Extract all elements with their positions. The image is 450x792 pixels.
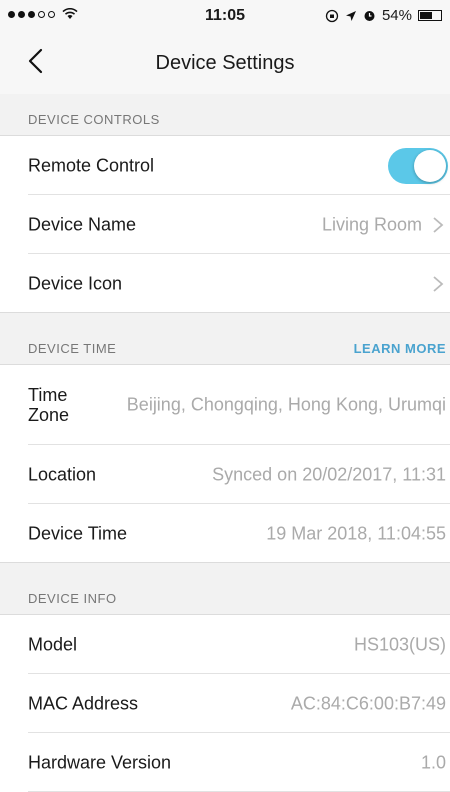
section-title: DEVICE CONTROLS [28, 112, 160, 127]
status-bar: 11:05 54% [0, 0, 450, 32]
device-name-value: Living Room [321, 214, 422, 234]
row-device-time: Device Time 19 Mar 2018, 11:04:55 [0, 504, 450, 563]
section-title: DEVICE INFO [28, 591, 117, 606]
row-label: Device Time [28, 523, 128, 543]
row-label: Remote Control [28, 155, 155, 175]
row-time-zone[interactable]: Time Zone Beijing, Chongqing, Hong Kong,… [0, 365, 450, 445]
row-location: Location Synced on 20/02/2017, 11:31 [0, 445, 450, 504]
section-header-device-time: DEVICE TIME LEARN MORE [0, 323, 450, 365]
battery-percent: 54% [381, 7, 412, 24]
row-label: MAC Address [28, 693, 139, 713]
row-remote-control: Remote Control [0, 136, 450, 195]
battery-fill [420, 12, 432, 19]
toggle-knob [414, 149, 446, 182]
model-value: HS103(US) [353, 634, 446, 654]
row-label: Location [28, 464, 97, 484]
section-header-device-info: DEVICE INFO [0, 573, 450, 615]
row-model: Model HS103(US) [0, 615, 450, 674]
device-time-value: 19 Mar 2018, 11:04:55 [266, 523, 446, 543]
alarm-icon [364, 11, 375, 21]
time-zone-value: Beijing, Chongqing, Hong Kong, Urumqi [126, 394, 446, 415]
row-hardware-version: Hardware Version 1.0 [0, 733, 450, 792]
page-title: Device Settings [155, 52, 295, 74]
section-header-device-controls: DEVICE CONTROLS [0, 94, 450, 136]
settings-list: DEVICE CONTROLS Remote Control Device Na… [0, 94, 450, 792]
row-device-icon[interactable]: Device Icon [0, 254, 450, 313]
row-mac-address: MAC Address AC:84:C6:00:B7:49 [0, 674, 450, 733]
row-device-name[interactable]: Device Name Living Room [0, 195, 450, 254]
row-label: Device Icon [28, 273, 123, 293]
row-label: Time Zone [28, 385, 70, 425]
learn-more-link[interactable]: LEARN MORE [354, 341, 446, 356]
hardware-version-value: 1.0 [420, 752, 446, 772]
location-arrow-icon [345, 10, 356, 21]
mac-address-value: AC:84:C6:00:B7:49 [290, 693, 446, 713]
row-label: Hardware Version [28, 752, 172, 772]
chevron-right-icon [433, 275, 444, 292]
battery-icon [418, 10, 442, 21]
location-value: Synced on 20/02/2017, 11:31 [212, 464, 446, 484]
orientation-lock-icon [325, 9, 339, 22]
chevron-right-icon [433, 216, 444, 233]
navigation-bar: Device Settings [0, 32, 450, 94]
row-label: Device Name [28, 214, 137, 234]
row-label: Model [28, 634, 78, 654]
remote-control-toggle[interactable] [388, 147, 448, 184]
section-title: DEVICE TIME [28, 341, 117, 356]
